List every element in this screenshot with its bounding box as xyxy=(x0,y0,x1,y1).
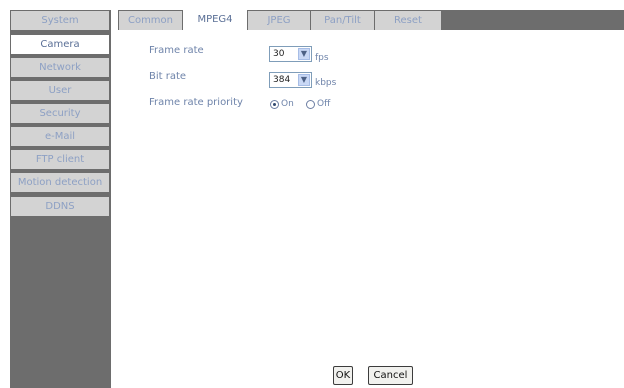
sidebar-item-user[interactable]: User xyxy=(11,81,109,100)
priority-off-radio[interactable] xyxy=(306,100,315,109)
bit-rate-value: 384 xyxy=(273,75,291,85)
bit-rate-label: Bit rate xyxy=(149,71,187,82)
sidebar: System Camera Network User Security e-Ma… xyxy=(10,10,111,388)
sidebar-item-system[interactable]: System xyxy=(11,11,109,30)
tab-bar: Common MPEG4 JPEG Pan/Tilt Reset xyxy=(118,10,624,30)
chevron-down-icon[interactable]: ▼ xyxy=(298,74,310,86)
frame-rate-select[interactable]: 30 ▼ xyxy=(269,46,312,62)
frame-rate-priority-label: Frame rate priority xyxy=(149,97,243,108)
sidebar-item-email[interactable]: e-Mail xyxy=(11,127,109,146)
sidebar-item-camera[interactable]: Camera xyxy=(11,35,109,54)
bit-rate-select[interactable]: 384 ▼ xyxy=(269,72,312,88)
tab-mpeg4[interactable]: MPEG4 xyxy=(183,10,247,30)
mpeg4-settings-panel: Frame rate 30 ▼ fps Bit rate 384 ▼ kbps … xyxy=(118,30,624,388)
frame-rate-label: Frame rate xyxy=(149,45,204,56)
ok-button[interactable]: OK xyxy=(333,366,353,385)
cancel-button[interactable]: Cancel xyxy=(368,366,413,385)
tab-pan-tilt[interactable]: Pan/Tilt xyxy=(311,11,374,30)
radio-selected-dot xyxy=(273,103,276,106)
tab-reset[interactable]: Reset xyxy=(375,11,441,30)
sidebar-item-ddns[interactable]: DDNS xyxy=(11,197,109,216)
sidebar-item-motion-detection[interactable]: Motion detection xyxy=(11,173,109,192)
frame-rate-unit: fps xyxy=(315,53,329,63)
tab-jpeg[interactable]: JPEG xyxy=(248,11,310,30)
priority-on-label[interactable]: On xyxy=(281,99,294,109)
priority-on-radio[interactable] xyxy=(270,100,279,109)
chevron-down-icon[interactable]: ▼ xyxy=(298,48,310,60)
priority-off-label[interactable]: Off xyxy=(317,99,330,109)
tab-common[interactable]: Common xyxy=(119,11,182,30)
frame-rate-value: 30 xyxy=(273,49,285,59)
sidebar-item-security[interactable]: Security xyxy=(11,104,109,123)
sidebar-item-network[interactable]: Network xyxy=(11,58,109,77)
bit-rate-unit: kbps xyxy=(315,78,337,88)
sidebar-item-ftp-client[interactable]: FTP client xyxy=(11,150,109,169)
